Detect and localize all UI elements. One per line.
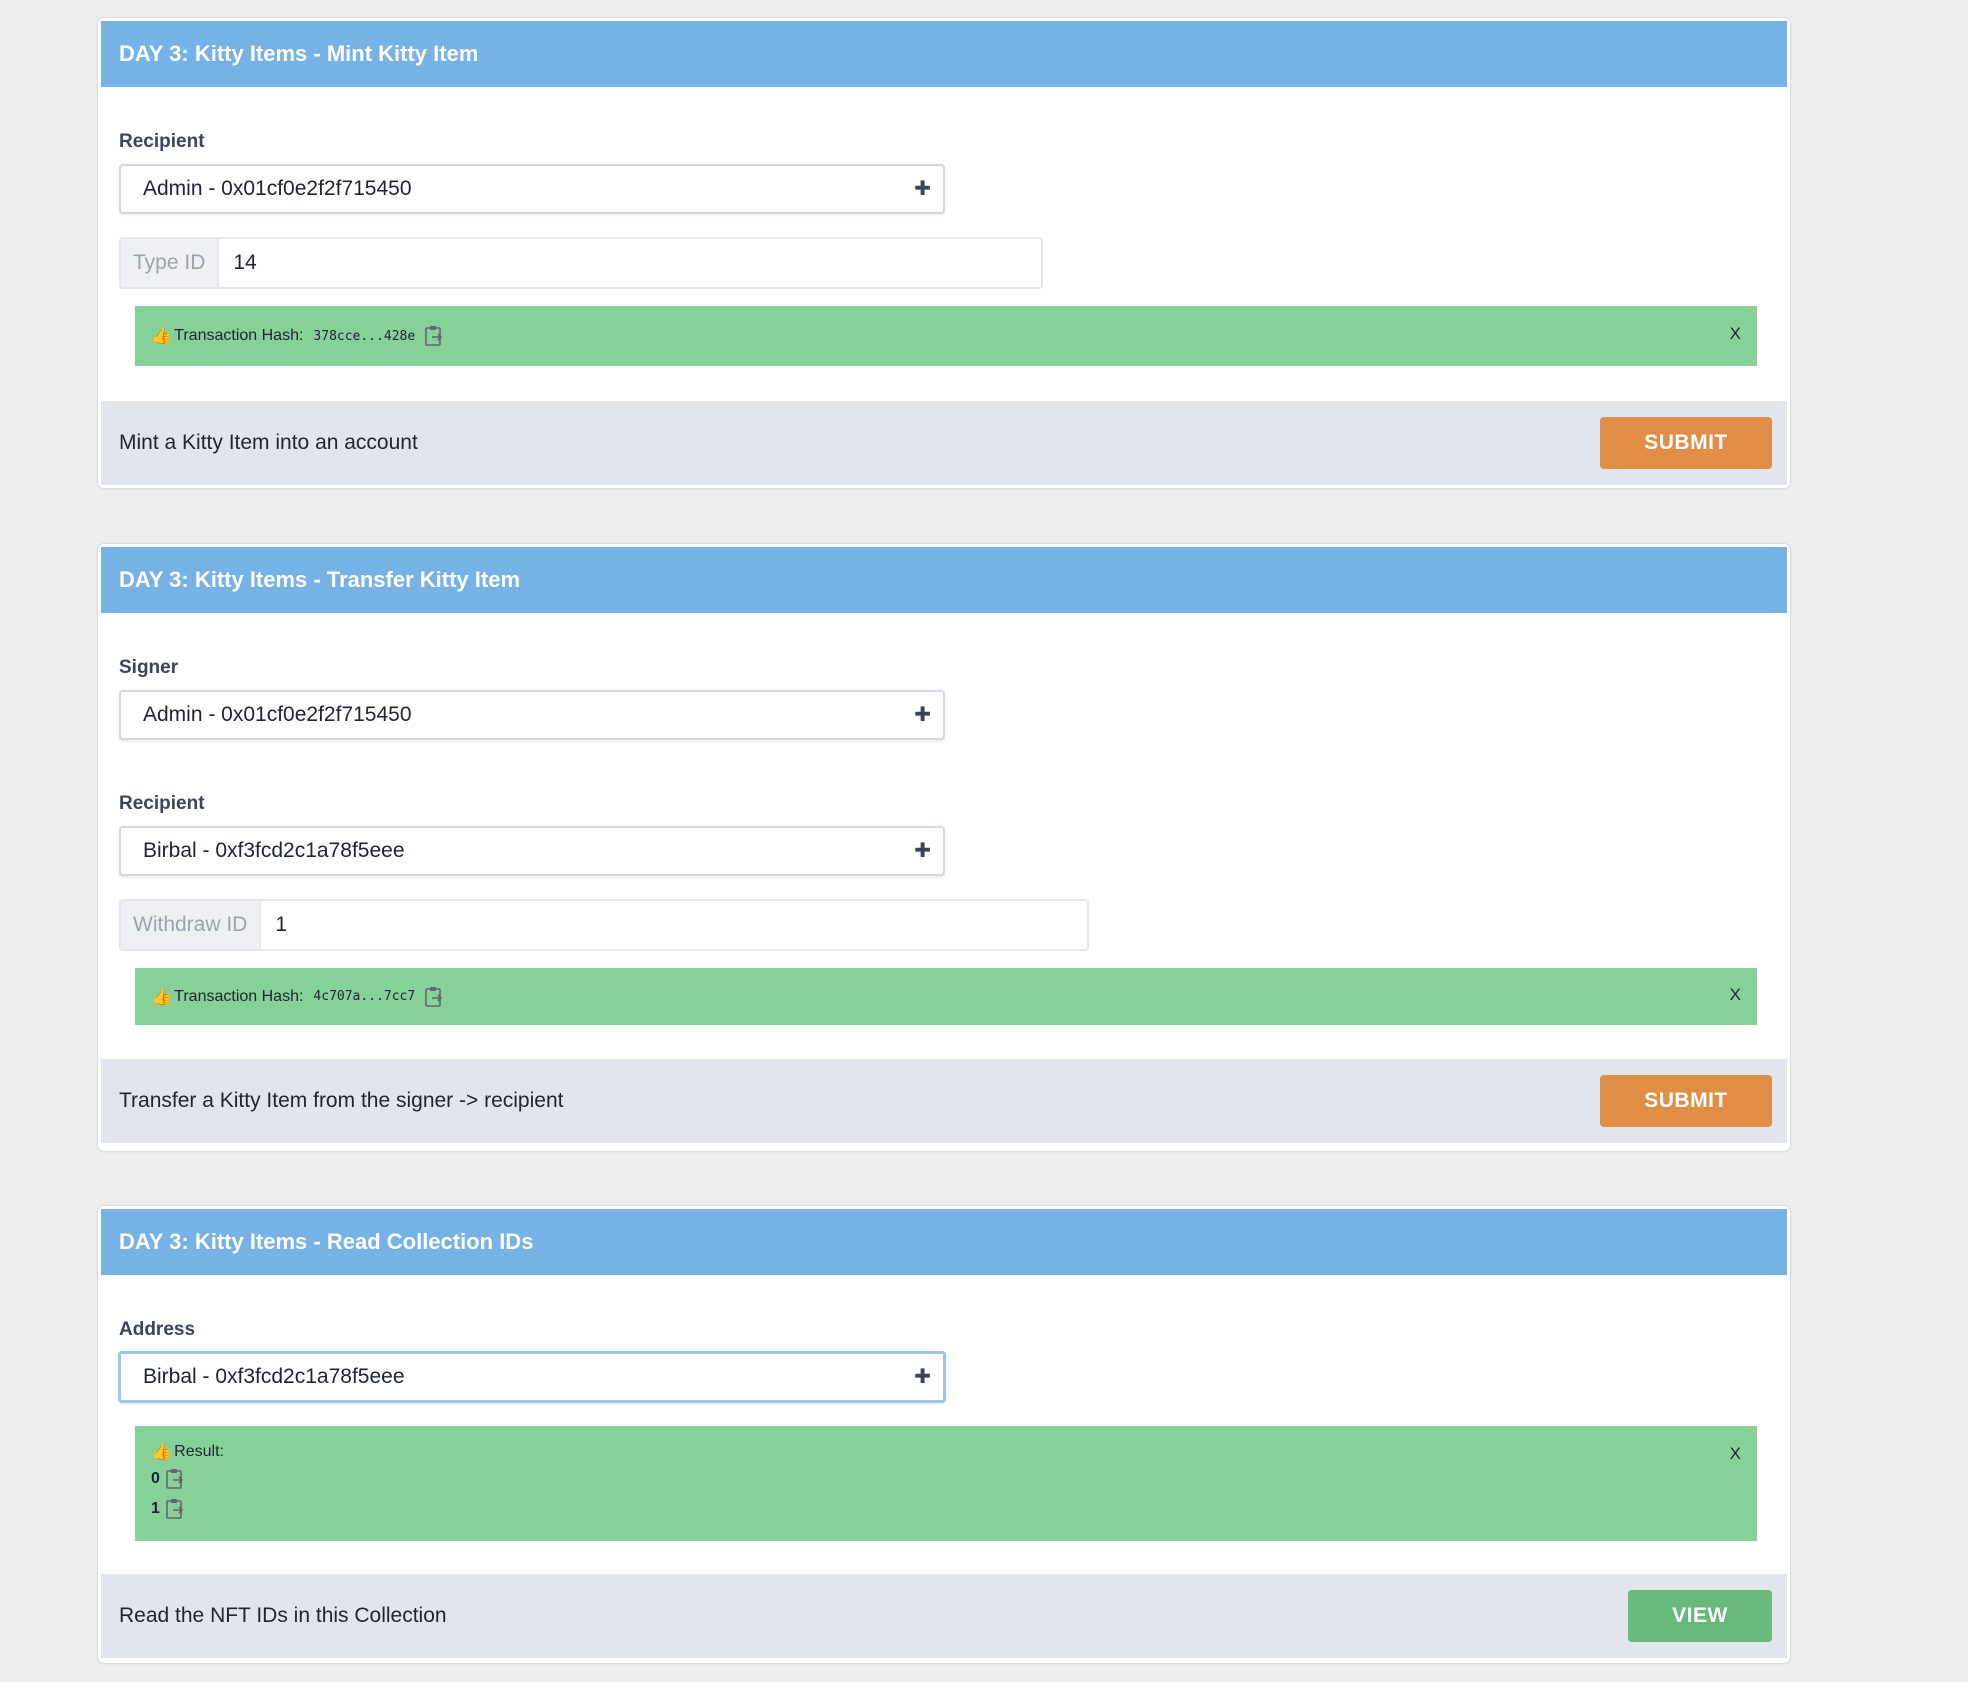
address-select[interactable]: Birbal - 0xf3fcd2c1a78f5eee ✚ xyxy=(118,1351,946,1403)
withdraw-id-field[interactable]: Withdraw ID 1 xyxy=(119,899,1089,951)
plus-icon: ✚ xyxy=(914,1366,931,1388)
thumbs-up-icon: 👍 xyxy=(151,986,173,1006)
thumbs-up-icon: 👍 xyxy=(151,1442,173,1461)
type-id-addon: Type ID xyxy=(121,239,220,287)
card-footer: Mint a Kitty Item into an account SUBMIT xyxy=(101,401,1787,485)
address-select-value: Birbal - 0xf3fcd2c1a78f5eee xyxy=(143,1365,405,1388)
transaction-hash-label: Transaction Hash: xyxy=(174,327,304,344)
close-alert-button[interactable]: X xyxy=(1730,985,1741,1005)
card-description: Mint a Kitty Item into an account xyxy=(119,431,418,454)
address-label: Address xyxy=(119,1319,196,1340)
result-item: 0 xyxy=(151,1468,184,1490)
transaction-hash-value: 378cce...428e xyxy=(313,328,416,344)
card-title: DAY 3: Kitty Items - Transfer Kitty Item xyxy=(101,547,1787,613)
bottom-strip xyxy=(0,1682,1968,1688)
card-title: DAY 3: Kitty Items - Mint Kitty Item xyxy=(101,21,1787,87)
close-alert-button[interactable]: X xyxy=(1730,1444,1741,1464)
clipboard-icon[interactable] xyxy=(425,325,443,347)
view-button[interactable]: VIEW xyxy=(1628,1590,1772,1642)
submit-button[interactable]: SUBMIT xyxy=(1600,1075,1772,1127)
mint-card: DAY 3: Kitty Items - Mint Kitty Item Rec… xyxy=(98,18,1790,488)
clipboard-icon[interactable] xyxy=(425,986,443,1008)
transfer-card: DAY 3: Kitty Items - Transfer Kitty Item… xyxy=(98,544,1790,1151)
result-value: 1 xyxy=(151,1500,160,1517)
plus-icon: ✚ xyxy=(914,704,931,726)
withdraw-id-input[interactable]: 1 xyxy=(261,901,1087,949)
withdraw-id-addon: Withdraw ID xyxy=(121,901,262,949)
result-alert: 👍 Result: 0 1 X xyxy=(135,1426,1757,1541)
transaction-alert: 👍 Transaction Hash: 378cce...428e X xyxy=(135,306,1757,366)
recipient-label: Recipient xyxy=(119,131,205,152)
result-label: Result: xyxy=(174,1443,224,1460)
plus-icon: ✚ xyxy=(914,178,931,200)
card-description: Read the NFT IDs in this Collection xyxy=(119,1604,447,1627)
signer-label: Signer xyxy=(119,657,179,678)
transaction-alert: 👍 Transaction Hash: 4c707a...7cc7 X xyxy=(135,968,1757,1025)
submit-button[interactable]: SUBMIT xyxy=(1600,417,1772,469)
type-id-input[interactable]: 14 xyxy=(219,239,1041,287)
close-alert-button[interactable]: X xyxy=(1730,324,1741,344)
result-value: 0 xyxy=(151,1470,160,1487)
card-description: Transfer a Kitty Item from the signer ->… xyxy=(119,1089,564,1112)
result-item: 1 xyxy=(151,1498,184,1520)
card-title: DAY 3: Kitty Items - Read Collection IDs xyxy=(101,1209,1787,1275)
recipient-select-value: Birbal - 0xf3fcd2c1a78f5eee xyxy=(143,839,405,862)
recipient-select[interactable]: Admin - 0x01cf0e2f2f715450 ✚ xyxy=(119,164,945,214)
read-collection-card: DAY 3: Kitty Items - Read Collection IDs… xyxy=(98,1206,1790,1663)
recipient-select-value: Admin - 0x01cf0e2f2f715450 xyxy=(143,177,412,200)
card-footer: Read the NFT IDs in this Collection VIEW xyxy=(101,1574,1787,1658)
clipboard-icon[interactable] xyxy=(166,1468,184,1490)
recipient-select[interactable]: Birbal - 0xf3fcd2c1a78f5eee ✚ xyxy=(119,826,945,876)
thumbs-up-icon: 👍 xyxy=(151,326,173,345)
signer-select[interactable]: Admin - 0x01cf0e2f2f715450 ✚ xyxy=(119,690,945,740)
transaction-hash-label: Transaction Hash: xyxy=(174,987,304,1005)
recipient-label: Recipient xyxy=(119,793,205,814)
clipboard-icon[interactable] xyxy=(166,1498,184,1520)
plus-icon: ✚ xyxy=(914,840,931,862)
signer-select-value: Admin - 0x01cf0e2f2f715450 xyxy=(143,703,412,726)
card-footer: Transfer a Kitty Item from the signer ->… xyxy=(101,1059,1787,1143)
type-id-field[interactable]: Type ID 14 xyxy=(119,237,1043,289)
transaction-hash-value: 4c707a...7cc7 xyxy=(313,989,416,1004)
